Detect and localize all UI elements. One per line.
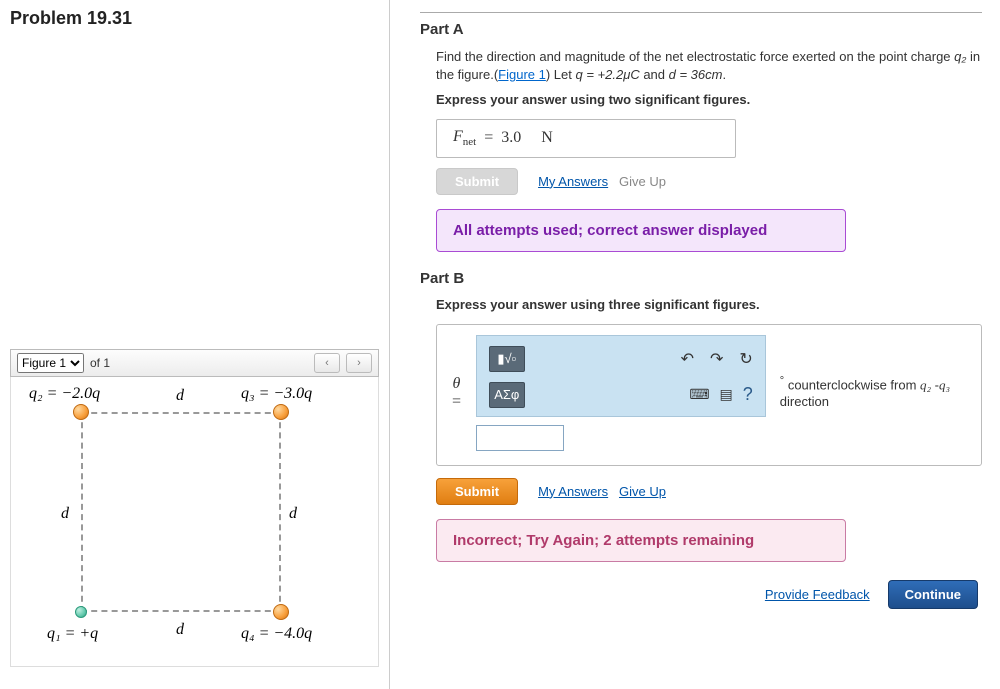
greek-button[interactable]: ΑΣφ: [489, 382, 525, 408]
charge-q4: [273, 604, 289, 620]
problem-title: Problem 19.31: [10, 8, 379, 29]
part-b-editor: θ = ▮√▫ ↶ ↷ ↻ ΑΣφ: [436, 324, 982, 466]
figure-select[interactable]: Figure 1: [17, 353, 84, 373]
part-a-prompt: Find the direction and magnitude of the …: [436, 48, 982, 84]
equation-toolbar: ▮√▫ ↶ ↷ ↻ ΑΣφ ⌨ ▤ ?: [476, 335, 766, 417]
label-q2: q₂ = −2.0q: [29, 385, 100, 403]
figure-next-button[interactable]: ›: [346, 353, 372, 373]
label-q4: q₄ = −4.0q: [241, 625, 312, 643]
part-a-submit-button: Submit: [436, 168, 518, 195]
reset-icon[interactable]: ↻: [739, 349, 752, 369]
part-b-give-up-link[interactable]: Give Up: [619, 484, 666, 499]
label-d-top: d: [176, 387, 184, 405]
theta-label: θ =: [451, 375, 462, 410]
label-q1: q₁ = +q: [47, 625, 98, 643]
part-b-feedback: Incorrect; Try Again; 2 attempts remaini…: [436, 519, 846, 562]
part-a-give-up-link: Give Up: [619, 174, 666, 189]
part-a-my-answers-link[interactable]: My Answers: [538, 174, 608, 189]
charge-q3: [273, 404, 289, 420]
part-a-heading: Part A: [420, 21, 982, 38]
templates-button[interactable]: ▮√▫: [489, 346, 525, 372]
charge-q1: [75, 606, 87, 618]
part-a-feedback: All attempts used; correct answer displa…: [436, 209, 846, 252]
figure-link[interactable]: Figure 1: [498, 67, 546, 82]
part-b-units: ° counterclockwise from q₂ -q₃ direction: [780, 374, 950, 411]
part-b-heading: Part B: [420, 270, 982, 287]
charge-q2: [73, 404, 89, 420]
keyboard-icon[interactable]: ⌨: [689, 386, 709, 403]
undo-icon[interactable]: ↶: [681, 349, 694, 369]
divider: [420, 12, 982, 13]
figure-canvas: q₂ = −2.0q q₃ = −3.0q q₁ = +q q₄ = −4.0q…: [10, 377, 379, 667]
part-b-submit-button[interactable]: Submit: [436, 478, 518, 505]
part-a-answer-display: Fnet = 3.0 N: [436, 119, 736, 157]
label-d-right: d: [289, 505, 297, 523]
continue-button[interactable]: Continue: [888, 580, 978, 609]
figure-toolbar: Figure 1 of 1 ‹ ›: [10, 349, 379, 377]
part-a-instruction: Express your answer using two significan…: [436, 92, 982, 107]
provide-feedback-link[interactable]: Provide Feedback: [765, 587, 870, 602]
figure-prev-button[interactable]: ‹: [314, 353, 340, 373]
part-b-answer-input[interactable]: [476, 425, 564, 451]
label-d-left: d: [61, 505, 69, 523]
redo-icon[interactable]: ↷: [710, 349, 723, 369]
sheet-icon[interactable]: ▤: [720, 386, 733, 403]
figure-count-label: of 1: [90, 356, 110, 370]
label-d-bottom: d: [176, 621, 184, 639]
part-b-instruction: Express your answer using three signific…: [436, 297, 982, 312]
help-icon[interactable]: ?: [743, 384, 753, 405]
label-q3: q₃ = −3.0q: [241, 385, 312, 403]
part-b-my-answers-link[interactable]: My Answers: [538, 484, 608, 499]
